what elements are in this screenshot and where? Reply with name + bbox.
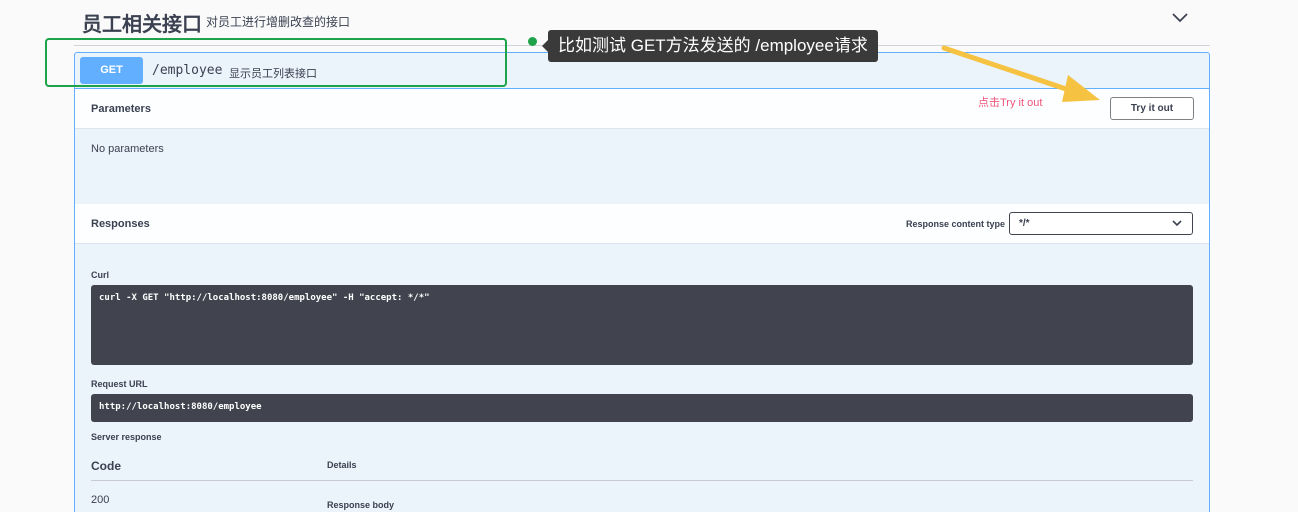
select-value: */* bbox=[1019, 218, 1030, 229]
callout-dot bbox=[528, 37, 537, 46]
tag-description: 对员工进行增删改查的接口 bbox=[206, 15, 351, 29]
chevron-down-icon bbox=[1172, 220, 1182, 227]
request-url-text: http://localhost:8080/employee bbox=[99, 402, 262, 412]
response-table-header: Code Details bbox=[91, 453, 1193, 481]
curl-command: curl -X GET "http://localhost:8080/emplo… bbox=[91, 285, 1193, 365]
highlight-box bbox=[45, 38, 507, 87]
operation-block: GET /employee 显示员工列表接口 Parameters Try it… bbox=[74, 52, 1210, 512]
arrow-icon bbox=[941, 45, 1100, 102]
curl-command-text: curl -X GET "http://localhost:8080/emplo… bbox=[99, 293, 430, 303]
swagger-page: 员工相关接口 对员工进行增删改查的接口 GET /employee 显示员工列表… bbox=[0, 0, 1298, 512]
request-url-label: Request URL bbox=[91, 379, 148, 389]
code-column-header: Code bbox=[91, 459, 121, 473]
responses-title: Responses bbox=[91, 218, 150, 230]
response-content-type-label: Response content type bbox=[906, 219, 1006, 229]
request-url: http://localhost:8080/employee bbox=[91, 394, 1193, 422]
response-code: 200 bbox=[91, 494, 110, 506]
callout-annotation: 比如测试 GET方法发送的 /employee请求 bbox=[542, 30, 878, 62]
responses-header: Responses Response content type */* bbox=[75, 204, 1209, 244]
response-body-label: Response body bbox=[327, 500, 395, 510]
curl-label: Curl bbox=[91, 270, 109, 280]
tag-title: 员工相关接口 bbox=[82, 14, 202, 36]
no-parameters-text: No parameters bbox=[91, 143, 164, 155]
details-column-header: Details bbox=[327, 460, 357, 470]
response-content-type-select[interactable]: */* bbox=[1009, 212, 1193, 235]
parameters-title: Parameters bbox=[91, 103, 151, 115]
try-it-out-button[interactable]: Try it out bbox=[1110, 97, 1194, 120]
chevron-down-icon[interactable] bbox=[1171, 11, 1189, 25]
server-response-label: Server response bbox=[91, 432, 162, 442]
